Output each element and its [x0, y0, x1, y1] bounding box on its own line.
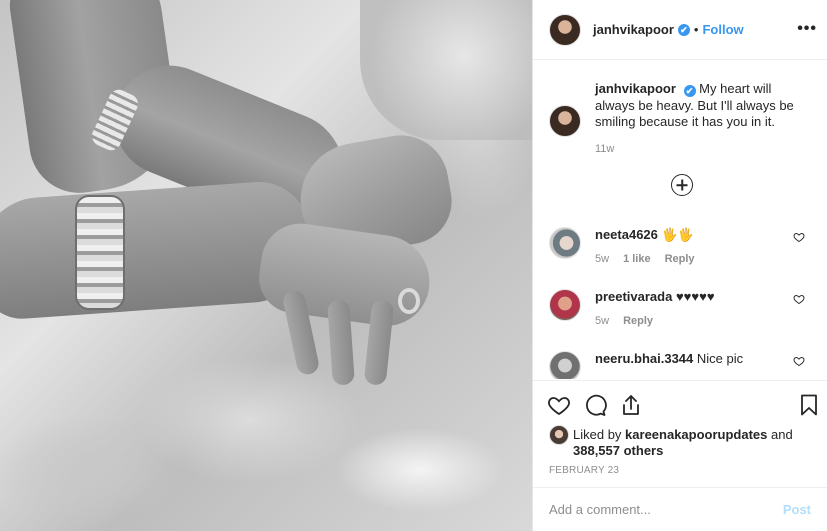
comment-icon[interactable] [583, 393, 607, 417]
post-photo[interactable] [0, 0, 533, 531]
comment-input[interactable] [549, 502, 783, 517]
comment-item: neeta4626 🖐🖐 5w 1 like Reply [549, 227, 819, 282]
follow-button[interactable]: Follow [702, 22, 743, 37]
comment-item: preetivarada ♥♥♥♥♥ 5w Reply [549, 289, 819, 344]
comment-age[interactable]: 5w [595, 253, 609, 265]
comment-line: preetivarada ♥♥♥♥♥ [595, 289, 715, 305]
comment-item: neeru.bhai.3344 Nice pic [549, 351, 819, 379]
comment-username[interactable]: neeta4626 [595, 227, 658, 242]
likes-and: and [771, 427, 793, 442]
comment-avatar[interactable] [549, 289, 581, 321]
load-more-comments-icon[interactable] [671, 174, 693, 196]
comments-list[interactable]: janhvikapoor ✔ My heart will always be h… [533, 61, 827, 379]
photo-fabric [360, 0, 533, 140]
post-date[interactable]: FEBRUARY 23 [549, 465, 619, 476]
caption-avatar[interactable] [549, 105, 581, 137]
likes-prefix: Liked by [573, 427, 622, 442]
header-separator: • [693, 22, 699, 37]
add-comment-bar: Post [533, 487, 827, 531]
post-header: janhvikapoor ✔ • Follow ••• [533, 0, 827, 60]
liker-avatar[interactable] [549, 425, 569, 445]
photo-bangle [75, 195, 125, 310]
share-icon[interactable] [619, 393, 643, 417]
comment-like-icon[interactable] [793, 293, 805, 305]
comment-age[interactable]: 5w [595, 315, 609, 327]
comment-likes[interactable]: 1 like [623, 253, 651, 265]
post-actions: Liked by kareenakapoorupdates and 388,55… [533, 380, 827, 490]
verified-badge-icon: ✔ [677, 23, 690, 36]
likes-text: Liked by kareenakapoorupdates and 388,55… [573, 427, 813, 459]
post-side-panel: janhvikapoor ✔ • Follow ••• janhvikapoor… [533, 0, 827, 531]
comment-text: 🖐🖐 [661, 227, 694, 242]
comment-text: Nice pic [696, 351, 744, 366]
caption-verified-badge-icon: ✔ [683, 85, 696, 97]
comment-like-icon[interactable] [793, 355, 805, 367]
photo-ring [398, 288, 420, 314]
author-avatar[interactable] [549, 13, 581, 46]
comment-line: neeru.bhai.3344 Nice pic [595, 351, 743, 367]
likes-others[interactable]: 388,557 others [573, 443, 663, 458]
caption-text: janhvikapoor ✔ My heart will always be h… [595, 81, 811, 131]
bookmark-icon[interactable] [797, 393, 821, 417]
comment-like-icon[interactable] [793, 231, 805, 243]
heart-icon[interactable] [547, 393, 571, 417]
comment-avatar[interactable] [549, 227, 581, 259]
caption-age[interactable]: 11w [595, 143, 614, 155]
comment-meta: 5w 1 like Reply [595, 253, 695, 265]
comment-username[interactable]: preetivarada [595, 289, 672, 304]
caption-username[interactable]: janhvikapoor [595, 81, 676, 96]
more-options-icon[interactable]: ••• [797, 20, 817, 38]
comment-username[interactable]: neeru.bhai.3344 [595, 351, 693, 366]
comment-text: ♥♥♥♥♥ [675, 289, 715, 304]
comment-avatar[interactable] [549, 351, 581, 379]
comment-meta: 5w Reply [595, 315, 653, 327]
reply-button[interactable]: Reply [665, 253, 695, 265]
liker-username[interactable]: kareenakapoorupdates [625, 427, 767, 442]
author-username[interactable]: janhvikapoor [593, 22, 674, 37]
comment-line: neeta4626 🖐🖐 [595, 227, 694, 243]
reply-button[interactable]: Reply [623, 315, 653, 327]
post-comment-button[interactable]: Post [783, 502, 811, 517]
